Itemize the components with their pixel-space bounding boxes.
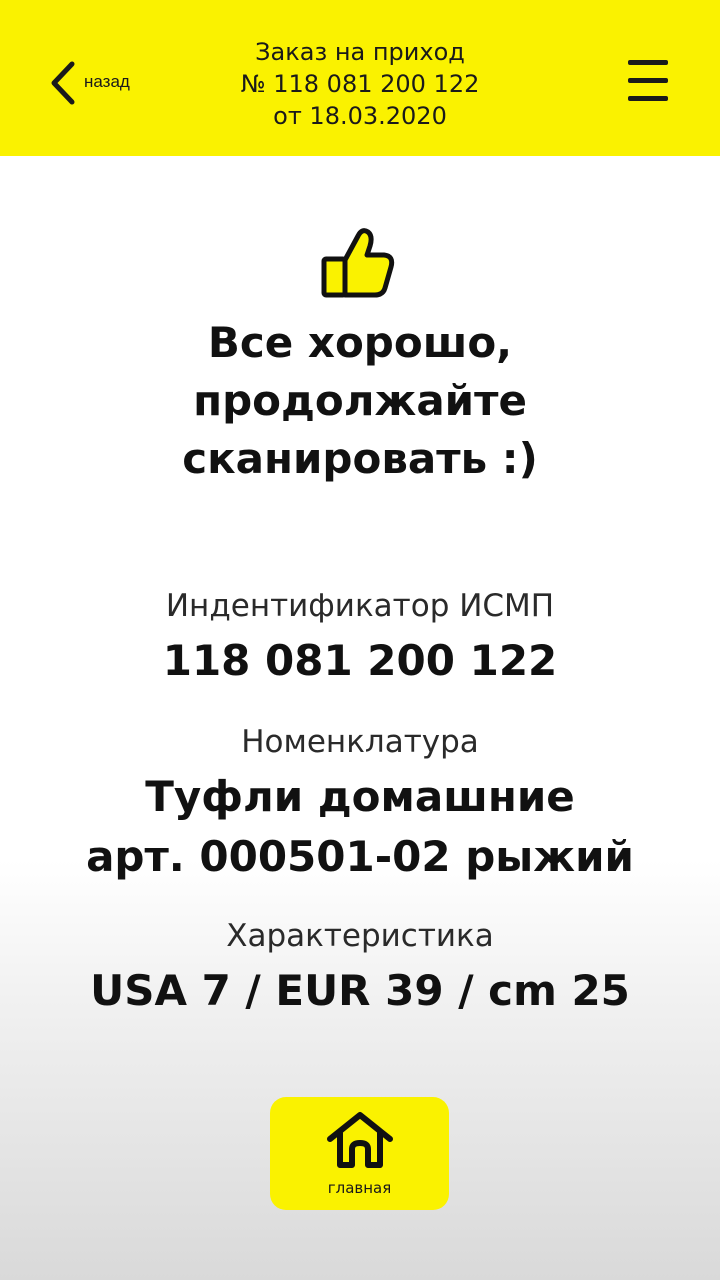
thumbs-up-icon	[321, 228, 395, 298]
nomenclature-value-line1: Туфли домашние	[145, 772, 575, 821]
characteristic-label: Характеристика	[226, 918, 494, 954]
order-title: Заказ на приход № 118 081 200 122 от 18.…	[160, 36, 560, 132]
status-message: Все хорошо, продолжайте сканировать :)	[60, 314, 660, 488]
order-number: № 118 081 200 122	[240, 70, 480, 98]
header-bar: назад Заказ на приход № 118 081 200 122 …	[0, 0, 720, 156]
back-label: назад	[84, 72, 130, 91]
order-date: от 18.03.2020	[273, 102, 447, 130]
identifier-label: Индентификатор ИСМП	[165, 588, 555, 624]
home-icon	[327, 1112, 393, 1168]
menu-bar-icon	[628, 60, 668, 65]
menu-bar-icon	[628, 96, 668, 101]
menu-button[interactable]	[624, 58, 672, 108]
status-message-line: Все хорошо,	[207, 318, 513, 367]
status-message-line: сканировать :)	[182, 434, 538, 483]
order-title-line: Заказ на приход	[255, 38, 465, 66]
home-label: главная	[327, 1179, 392, 1197]
home-button[interactable]: главная	[270, 1097, 449, 1210]
menu-bar-icon	[628, 78, 668, 83]
characteristic-value: USA 7 / EUR 39 / cm 25	[90, 966, 630, 1015]
nomenclature-value-line2: арт. 000501-02 рыжий	[86, 832, 634, 881]
chevron-left-icon	[51, 61, 75, 105]
status-message-line: продолжайте	[193, 376, 527, 425]
back-button[interactable]: назад	[40, 52, 160, 112]
identifier-value: 118 081 200 122	[162, 636, 558, 685]
nomenclature-label: Номенклатура	[241, 724, 479, 760]
